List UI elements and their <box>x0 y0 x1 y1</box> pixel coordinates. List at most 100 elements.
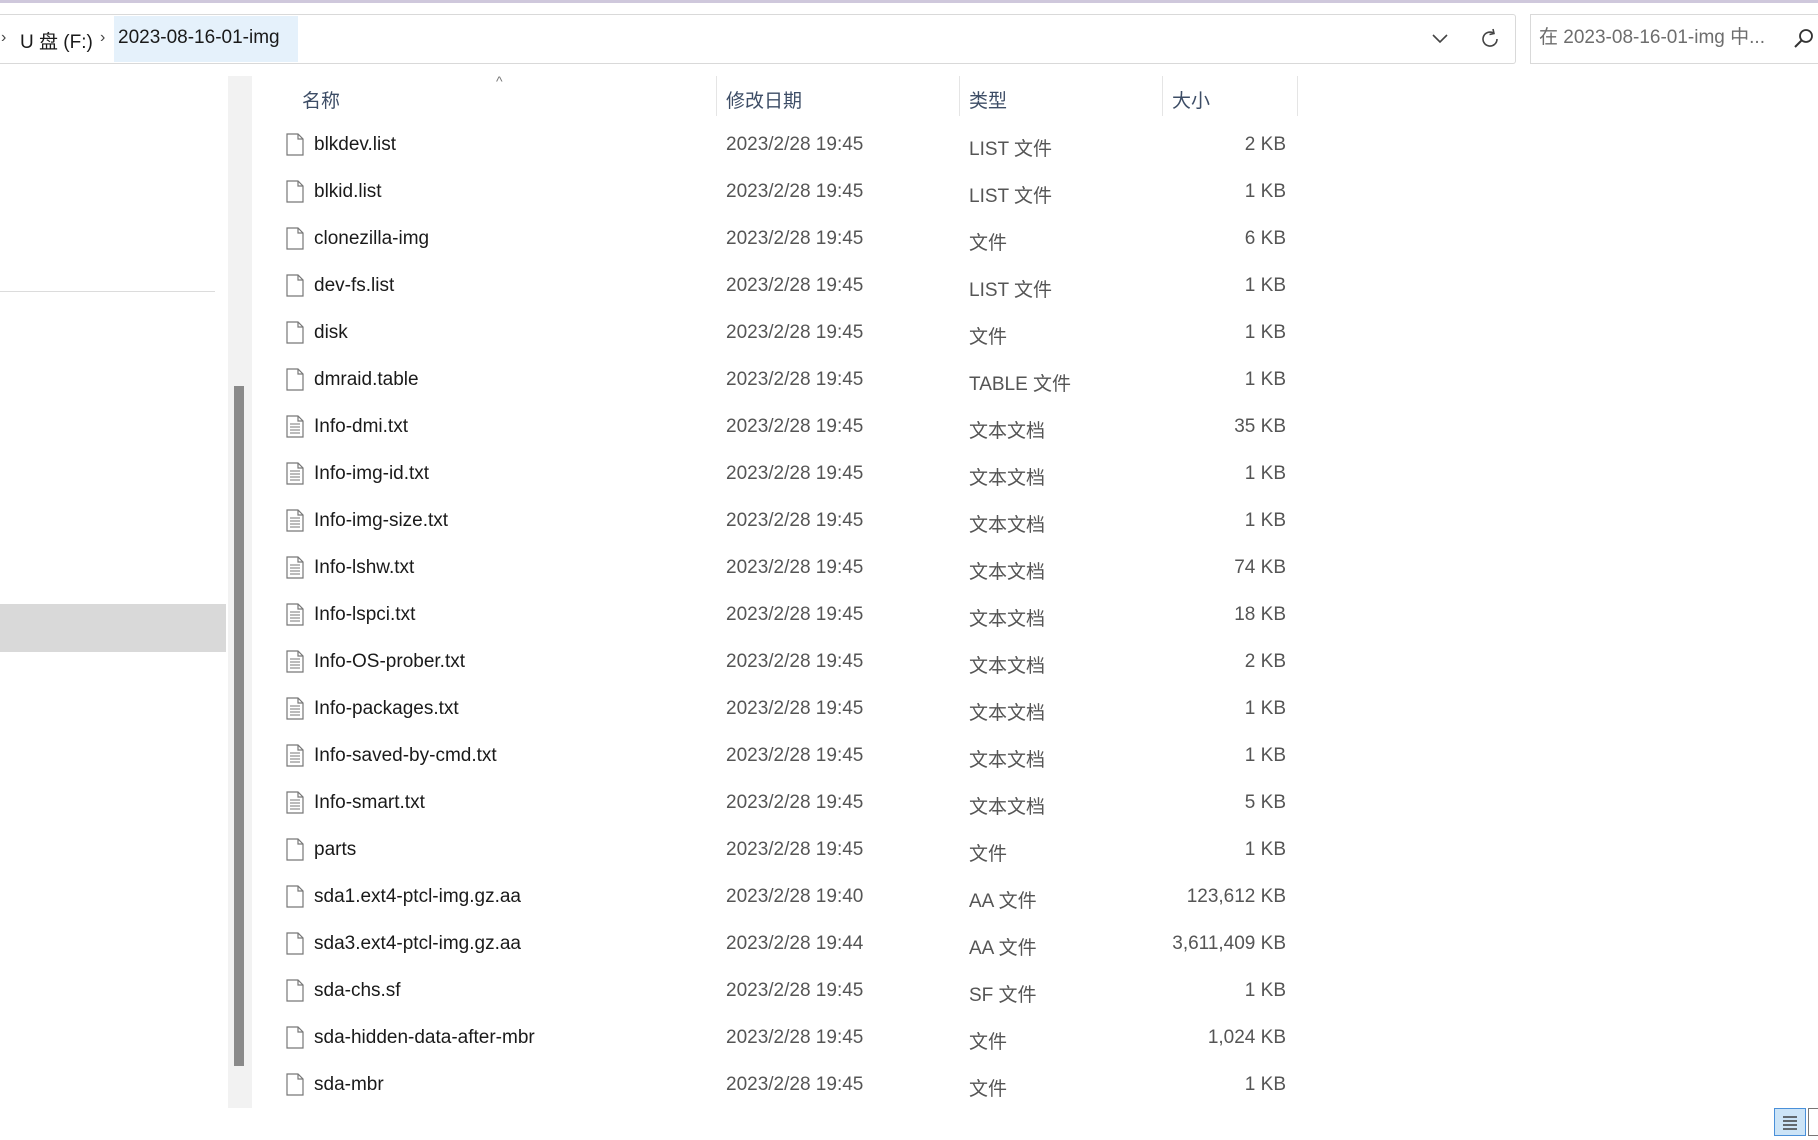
file-type: 文件 <box>969 1079 1008 1100</box>
sort-ascending-icon: ^ <box>496 73 503 89</box>
file-name: Info-smart.txt <box>314 792 425 813</box>
file-row[interactable]: Info-dmi.txt 2023/2/28 19:45 文本文档 35 KB <box>270 405 1300 452</box>
file-icon <box>286 321 304 344</box>
file-icon <box>286 932 304 955</box>
chevron-right-icon[interactable]: › <box>1 29 6 47</box>
file-date: 2023/2/28 19:44 <box>726 933 864 954</box>
file-type: AA 文件 <box>969 938 1037 959</box>
file-date: 2023/2/28 19:45 <box>726 557 864 578</box>
file-type: 文本文档 <box>969 468 1046 489</box>
file-date: 2023/2/28 19:45 <box>726 745 864 766</box>
nav-pane-scrollbar[interactable] <box>228 76 252 1108</box>
file-icon <box>286 838 304 861</box>
file-date: 2023/2/28 19:45 <box>726 980 864 1001</box>
file-icon <box>286 885 304 908</box>
file-row[interactable]: blkdev.list 2023/2/28 19:45 LIST 文件 2 KB <box>270 123 1300 170</box>
file-row[interactable]: Info-smart.txt 2023/2/28 19:45 文本文档 5 KB <box>270 781 1300 828</box>
file-name: sda1.ext4-ptcl-img.gz.aa <box>314 886 521 907</box>
address-bar[interactable]: › U 盘 (F:) › 2023-08-16-01-img <box>0 14 1516 64</box>
file-row[interactable]: dev-fs.list 2023/2/28 19:45 LIST 文件 1 KB <box>270 264 1300 311</box>
column-header-name[interactable]: 名称 <box>302 86 340 113</box>
details-view-button[interactable] <box>1774 1108 1806 1136</box>
text-file-icon <box>286 603 304 626</box>
file-row[interactable]: sda-mbr 2023/2/28 19:45 文件 1 KB <box>270 1063 1300 1110</box>
column-separator[interactable] <box>1297 76 1298 116</box>
file-icon <box>286 133 304 156</box>
chevron-right-icon[interactable]: › <box>100 29 105 47</box>
file-type: 文本文档 <box>969 421 1046 442</box>
file-row[interactable]: sda-chs.sf 2023/2/28 19:45 SF 文件 1 KB <box>270 969 1300 1016</box>
file-icon <box>286 368 304 391</box>
file-name: Info-packages.txt <box>314 698 459 719</box>
large-icons-view-button[interactable] <box>1808 1108 1818 1136</box>
nav-pane-selected-item[interactable] <box>0 604 226 652</box>
file-name: blkid.list <box>314 181 382 202</box>
file-row[interactable]: dmraid.table 2023/2/28 19:45 TABLE 文件 1 … <box>270 358 1300 405</box>
nav-pane-divider <box>0 291 215 292</box>
column-separator[interactable] <box>716 76 717 116</box>
file-row[interactable]: disk 2023/2/28 19:45 文件 1 KB <box>270 311 1300 358</box>
column-header-date[interactable]: 修改日期 <box>726 86 802 113</box>
file-size: 1 KB <box>1244 322 1286 343</box>
text-file-icon <box>286 556 304 579</box>
text-file-icon <box>286 697 304 720</box>
file-row[interactable]: Info-lspci.txt 2023/2/28 19:45 文本文档 18 K… <box>270 593 1300 640</box>
file-row[interactable]: clonezilla-img 2023/2/28 19:45 文件 6 KB <box>270 217 1300 264</box>
text-file-icon <box>286 744 304 767</box>
refresh-icon[interactable] <box>1478 27 1502 56</box>
file-size: 1 KB <box>1244 745 1286 766</box>
file-size: 6 KB <box>1244 228 1286 249</box>
file-name: sda-chs.sf <box>314 980 401 1001</box>
file-name: sda-hidden-data-after-mbr <box>314 1027 535 1048</box>
file-size: 18 KB <box>1234 604 1286 625</box>
file-date: 2023/2/28 19:45 <box>726 604 864 625</box>
file-row[interactable]: Info-saved-by-cmd.txt 2023/2/28 19:45 文本… <box>270 734 1300 781</box>
file-row[interactable]: sda1.ext4-ptcl-img.gz.aa 2023/2/28 19:40… <box>270 875 1300 922</box>
column-separator[interactable] <box>959 76 960 116</box>
file-date: 2023/2/28 19:45 <box>726 134 864 155</box>
file-row[interactable]: sda3.ext4-ptcl-img.gz.aa 2023/2/28 19:44… <box>270 922 1300 969</box>
text-file-icon <box>286 462 304 485</box>
file-icon <box>286 274 304 297</box>
file-size: 1 KB <box>1244 839 1286 860</box>
search-icon[interactable] <box>1793 28 1815 55</box>
nav-pane-scroll-thumb[interactable] <box>234 386 244 1066</box>
breadcrumb-folder[interactable]: 2023-08-16-01-img <box>114 16 298 62</box>
file-row[interactable]: Info-img-size.txt 2023/2/28 19:45 文本文档 1… <box>270 499 1300 546</box>
file-type: 文件 <box>969 233 1008 254</box>
file-icon <box>286 1026 304 1049</box>
search-box[interactable] <box>1530 14 1818 64</box>
text-file-icon <box>286 415 304 438</box>
file-type: 文本文档 <box>969 609 1046 630</box>
search-input[interactable] <box>1539 27 1769 49</box>
file-type: TABLE 文件 <box>969 374 1072 395</box>
file-row[interactable]: parts 2023/2/28 19:45 文件 1 KB <box>270 828 1300 875</box>
file-icon <box>286 180 304 203</box>
text-file-icon <box>286 509 304 532</box>
file-row[interactable]: Info-lshw.txt 2023/2/28 19:45 文本文档 74 KB <box>270 546 1300 593</box>
file-date: 2023/2/28 19:45 <box>726 416 864 437</box>
file-type: 文本文档 <box>969 703 1046 724</box>
file-row[interactable]: Info-OS-prober.txt 2023/2/28 19:45 文本文档 … <box>270 640 1300 687</box>
file-name: clonezilla-img <box>314 228 430 249</box>
file-row[interactable]: blkid.list 2023/2/28 19:45 LIST 文件 1 KB <box>270 170 1300 217</box>
file-size: 1 KB <box>1244 980 1286 1001</box>
breadcrumb-drive[interactable]: U 盘 (F:) <box>20 27 93 54</box>
file-type: LIST 文件 <box>969 280 1053 301</box>
chevron-down-icon[interactable] <box>1430 29 1450 54</box>
file-type: 文件 <box>969 844 1008 865</box>
file-size: 123,612 KB <box>1186 886 1286 907</box>
file-row[interactable]: Info-packages.txt 2023/2/28 19:45 文本文档 1… <box>270 687 1300 734</box>
file-date: 2023/2/28 19:45 <box>726 510 864 531</box>
file-icon <box>286 227 304 250</box>
file-date: 2023/2/28 19:45 <box>726 792 864 813</box>
file-date: 2023/2/28 19:45 <box>726 228 864 249</box>
file-name: Info-dmi.txt <box>314 416 408 437</box>
column-header-size[interactable]: 大小 <box>1172 86 1210 113</box>
file-row[interactable]: Info-img-id.txt 2023/2/28 19:45 文本文档 1 K… <box>270 452 1300 499</box>
file-type: 文本文档 <box>969 750 1046 771</box>
column-header-type[interactable]: 类型 <box>969 86 1007 113</box>
column-separator[interactable] <box>1162 76 1163 116</box>
file-date: 2023/2/28 19:40 <box>726 886 864 907</box>
file-row[interactable]: sda-hidden-data-after-mbr 2023/2/28 19:4… <box>270 1016 1300 1063</box>
